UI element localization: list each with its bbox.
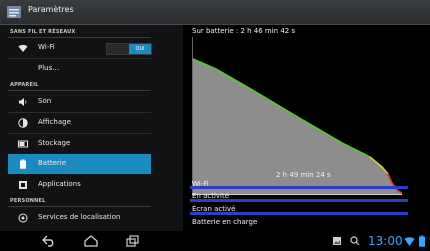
sidebar-item-applications[interactable]: Applications [8, 175, 151, 195]
section-personal: PERSONNEL [10, 198, 46, 204]
wifi-status-icon [404, 237, 415, 246]
battery-duration: 2 h 49 min 24 s [276, 171, 331, 179]
section-device: APPAREIL [10, 82, 39, 88]
awake-bar [190, 199, 408, 202]
settings-list: SANS FIL ET RÉSEAUX Wi-Fi OUI Plus… APPA… [0, 25, 183, 231]
wifi-toggle[interactable]: OUI [106, 43, 152, 55]
action-bar: Paramètres [0, 0, 430, 25]
sidebar-item-location[interactable]: Services de localisation [8, 208, 151, 228]
brightness-icon [18, 118, 28, 128]
settings-app-icon[interactable] [6, 4, 22, 20]
sidebar-item-display[interactable]: Affichage [8, 113, 151, 133]
clock[interactable]: 13:00 [368, 234, 403, 248]
home-icon[interactable] [84, 235, 98, 247]
sidebar-item-label: Plus… [38, 64, 60, 72]
wifi-bar [190, 186, 408, 189]
battery-detail-panel: Sur batterie : 2 h 46 min 42 s 2 h 49 mi… [190, 25, 430, 231]
sidebar-item-wifi[interactable]: Wi-Fi OUI [8, 38, 152, 58]
sidebar-item-label: Applications [38, 180, 81, 188]
sidebar-item-more[interactable]: Plus… [8, 59, 151, 79]
location-icon [18, 213, 28, 223]
section-divider [8, 90, 151, 91]
sidebar-item-label: Services de localisation [38, 213, 121, 221]
row-label-charging: Batterie en charge [192, 218, 258, 226]
sidebar-item-label: Batterie [38, 159, 67, 167]
gallery-notification-icon[interactable] [332, 235, 342, 247]
sidebar-item-storage[interactable]: Stockage [8, 134, 151, 154]
wifi-toggle-on: OUI [129, 44, 151, 54]
sidebar-item-label: Affichage [38, 118, 71, 126]
sidebar-item-sound[interactable]: Son [8, 92, 151, 112]
battery-status-icon [419, 235, 425, 247]
speaker-icon [19, 98, 27, 106]
recent-apps-icon[interactable] [126, 235, 140, 247]
sidebar-item-battery[interactable]: Batterie [8, 154, 151, 174]
wifi-icon [18, 44, 28, 52]
page-title: Paramètres [28, 5, 74, 14]
sidebar-item-label: Wi-Fi [38, 43, 55, 51]
screen-bar [190, 212, 408, 215]
sidebar-item-label: Stockage [38, 139, 71, 147]
storage-icon [18, 140, 28, 148]
back-icon[interactable] [42, 235, 56, 247]
battery-icon [20, 159, 26, 169]
search-notification-icon[interactable] [350, 235, 360, 247]
system-bar: 13:00 [0, 231, 430, 251]
section-wireless: SANS FIL ET RÉSEAUX [10, 29, 76, 35]
sidebar-item-label: Son [38, 97, 52, 105]
section-divider [8, 206, 151, 207]
battery-time-on-battery: Sur batterie : 2 h 46 min 42 s [192, 27, 296, 35]
apps-icon [19, 181, 27, 189]
